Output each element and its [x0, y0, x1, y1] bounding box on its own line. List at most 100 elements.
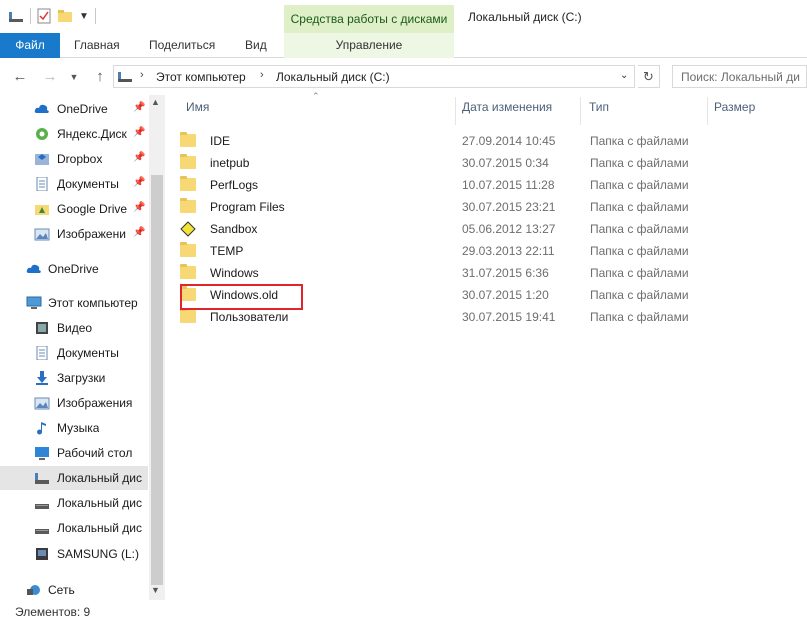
nav-item-this-pc[interactable]: Этот компьютер	[0, 291, 148, 315]
pin-icon[interactable]: 📌	[133, 152, 145, 163]
new-folder-icon[interactable]	[57, 9, 73, 23]
file-list: ⌃ Имя Дата изменения Тип Размер IDE 27.0…	[170, 91, 807, 600]
file-row[interactable]: PerfLogs 10.07.2015 11:28 Папка с файлам…	[180, 175, 800, 197]
column-divider[interactable]	[455, 97, 456, 125]
file-row[interactable]: Sandbox 05.06.2012 13:27 Папка с файлами	[180, 219, 800, 241]
yandex-disk-icon	[36, 128, 48, 140]
window-title: Локальный диск (C:)	[468, 10, 582, 24]
documents-icon	[36, 177, 48, 191]
desktop-icon	[35, 447, 49, 460]
tab-manage[interactable]: Управление	[284, 33, 454, 58]
usb-drive-icon	[36, 548, 48, 560]
folder-icon	[180, 176, 196, 191]
breadcrumb-local-disk[interactable]: Локальный диск (C:)	[276, 70, 390, 84]
status-bar: Элементов: 9	[0, 600, 807, 625]
address-dropdown-icon[interactable]: ⌄	[620, 70, 628, 81]
nav-item-video[interactable]: Видео	[0, 316, 148, 340]
nav-item-documents-pinned[interactable]: Документы 📌	[0, 172, 148, 196]
nav-item-local-disk-2[interactable]: Локальный дис	[0, 491, 148, 515]
file-row[interactable]: Пользователи 30.07.2015 19:41 Папка с фа…	[180, 307, 800, 329]
sort-ascending-icon: ⌃	[312, 91, 320, 101]
cloud-icon	[26, 264, 41, 273]
downloads-icon	[36, 371, 48, 385]
refresh-icon[interactable]: ↻	[638, 65, 660, 88]
nav-item-local-disk-3[interactable]: Локальный дис	[0, 516, 148, 540]
toolbar-separator	[94, 8, 96, 24]
file-row[interactable]: TEMP 29.03.2013 22:11 Папка с файлами	[180, 241, 800, 263]
breadcrumb-separator-icon[interactable]: ›	[140, 69, 144, 81]
tab-share[interactable]: Поделиться	[149, 33, 215, 58]
search-input[interactable]: Поиск: Локальный ди	[672, 65, 807, 88]
column-header-type[interactable]: Тип	[589, 100, 609, 114]
drive-icon	[35, 504, 49, 509]
tab-view[interactable]: Вид	[245, 33, 267, 58]
column-divider[interactable]	[580, 97, 581, 125]
breadcrumb-separator-icon[interactable]: ›	[260, 69, 264, 81]
documents-icon	[36, 346, 48, 360]
google-drive-icon	[35, 205, 49, 215]
item-count: Элементов: 9	[15, 605, 91, 619]
nav-item-yandex-disk[interactable]: Яндекс.Диск 📌	[0, 122, 148, 146]
folder-icon	[180, 198, 196, 213]
title-bar: ▼ Средства работы с дисками Локальный ди…	[0, 0, 807, 33]
computer-icon	[118, 72, 132, 82]
forward-arrow-icon[interactable]: →	[40, 67, 60, 87]
folder-icon	[180, 154, 196, 169]
column-header-name[interactable]: Имя	[186, 100, 209, 114]
folder-icon	[180, 132, 196, 147]
drive-icon	[35, 529, 49, 534]
nav-item-documents[interactable]: Документы	[0, 341, 148, 365]
nav-item-dropbox[interactable]: Dropbox 📌	[0, 147, 148, 171]
file-row[interactable]: IDE 27.09.2014 10:45 Папка с файлами	[180, 131, 800, 153]
nav-item-onedrive-pinned[interactable]: OneDrive 📌	[0, 97, 148, 121]
pin-icon[interactable]: 📌	[133, 177, 145, 188]
disk-tools-context-group: Средства работы с дисками	[284, 5, 454, 33]
breadcrumb-this-pc[interactable]: Этот компьютер	[156, 70, 246, 84]
drive-icon[interactable]	[8, 9, 24, 23]
tab-home[interactable]: Главная	[74, 33, 120, 58]
up-arrow-icon[interactable]: ↑	[90, 67, 110, 87]
properties-icon[interactable]	[37, 8, 51, 24]
scroll-down-icon[interactable]: ▼	[151, 585, 160, 595]
video-icon	[36, 322, 48, 334]
dropbox-icon	[35, 154, 49, 165]
pin-icon[interactable]: 📌	[133, 202, 145, 213]
column-header-date[interactable]: Дата изменения	[462, 100, 552, 114]
file-row[interactable]: inetpub 30.07.2015 0:34 Папка с файлами	[180, 153, 800, 175]
recent-locations-chevron-icon[interactable]: ▼	[64, 67, 84, 87]
tab-file[interactable]: Файл	[0, 33, 60, 58]
nav-item-network[interactable]: Сеть	[0, 578, 148, 602]
drive-icon	[35, 473, 49, 484]
back-arrow-icon[interactable]: ←	[10, 67, 30, 87]
pictures-icon	[34, 397, 50, 410]
nav-scrollbar-thumb[interactable]	[151, 175, 163, 585]
customize-toolbar-icon[interactable]: ▼	[79, 11, 89, 22]
pin-icon[interactable]: 📌	[133, 227, 145, 238]
folder-icon	[180, 264, 196, 279]
pictures-icon	[34, 228, 50, 241]
address-bar[interactable]: › Этот компьютер › Локальный диск (C:) ⌄	[113, 65, 635, 88]
nav-item-pictures[interactable]: Изображения	[0, 391, 148, 415]
cloud-icon	[34, 104, 49, 113]
nav-item-onedrive[interactable]: OneDrive	[0, 257, 148, 281]
nav-item-local-disk-c[interactable]: Локальный дис	[0, 466, 148, 490]
file-row[interactable]: Windows 31.07.2015 6:36 Папка с файлами	[180, 263, 800, 285]
folder-icon	[180, 308, 196, 323]
quick-access-toolbar: ▼	[8, 8, 96, 24]
nav-item-google-drive[interactable]: Google Drive 📌	[0, 197, 148, 221]
highlight-box	[180, 284, 303, 310]
music-icon	[37, 422, 46, 435]
nav-item-samsung-l[interactable]: SAMSUNG (L:)	[0, 542, 148, 566]
scroll-up-icon[interactable]: ▲	[151, 97, 160, 107]
nav-item-downloads[interactable]: Загрузки	[0, 366, 148, 390]
nav-item-music[interactable]: Музыка	[0, 416, 148, 440]
file-row[interactable]: Program Files 30.07.2015 23:21 Папка с ф…	[180, 197, 800, 219]
navigation-bar: ← → ▼ ↑ › Этот компьютер › Локальный дис…	[0, 62, 807, 92]
computer-icon	[26, 296, 42, 309]
nav-item-desktop[interactable]: Рабочий стол	[0, 441, 148, 465]
pin-icon[interactable]: 📌	[133, 127, 145, 138]
pin-icon[interactable]: 📌	[133, 102, 145, 113]
nav-item-pictures-pinned[interactable]: Изображени 📌	[0, 222, 148, 246]
column-header-size[interactable]: Размер	[714, 100, 755, 114]
column-divider[interactable]	[707, 97, 708, 125]
